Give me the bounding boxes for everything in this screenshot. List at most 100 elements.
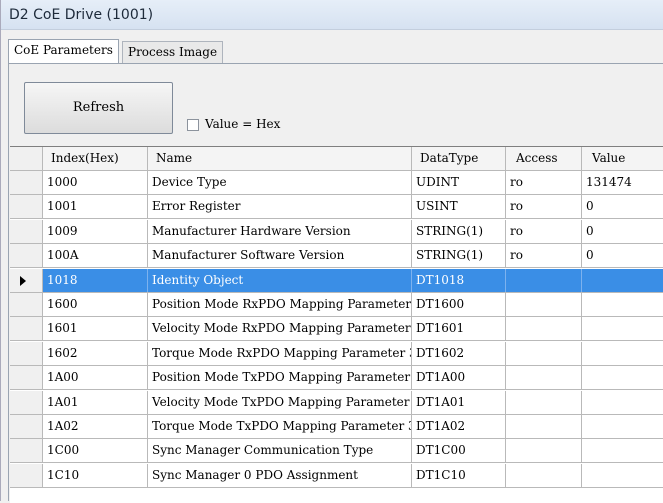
value-cell[interactable]: [582, 464, 663, 487]
row-selector[interactable]: [10, 341, 43, 365]
name-cell[interactable]: Identity Object: [148, 268, 412, 292]
index-cell[interactable]: 1A01: [43, 390, 148, 414]
index-cell[interactable]: 1A00: [43, 366, 148, 390]
row-selector[interactable]: [10, 195, 43, 219]
access-cell[interactable]: [506, 366, 582, 390]
table-row[interactable]: 1600 Position Mode RxPDO Mapping Paramete…: [10, 293, 663, 317]
name-cell[interactable]: Sync Manager 0 PDO Assignment: [148, 463, 412, 487]
index-cell[interactable]: 1001: [43, 195, 148, 219]
index-cell[interactable]: 1C10: [43, 463, 148, 487]
datatype-cell[interactable]: DT1600: [412, 293, 506, 316]
datatype-cell[interactable]: DT1018: [412, 268, 506, 292]
access-cell[interactable]: [506, 268, 582, 292]
access-cell[interactable]: [506, 390, 582, 414]
datatype-cell[interactable]: USINT: [412, 195, 506, 219]
datatype-cell[interactable]: STRING(1): [412, 219, 506, 243]
row-selector[interactable]: [10, 317, 43, 341]
datatype-cell[interactable]: DT1C10: [412, 463, 506, 487]
index-cell[interactable]: 1600: [43, 293, 148, 316]
access-cell[interactable]: ro: [506, 171, 582, 194]
value-cell[interactable]: 0: [582, 244, 663, 267]
row-selector[interactable]: [10, 268, 43, 292]
row-selector[interactable]: [10, 439, 43, 463]
name-cell[interactable]: Torque Mode TxPDO Mapping Parameter 3: [148, 415, 412, 438]
refresh-button[interactable]: Refresh: [24, 82, 173, 134]
column-header-datatype[interactable]: DataType: [412, 147, 506, 170]
datatype-cell[interactable]: DT1C00: [412, 439, 506, 463]
row-selector[interactable]: [10, 366, 43, 390]
value-hex-checkbox[interactable]: [187, 119, 199, 131]
table-row[interactable]: 1601 Velocity Mode RxPDO Mapping Paramete…: [10, 317, 663, 342]
value-cell[interactable]: [582, 439, 663, 462]
index-cell[interactable]: 1602: [43, 341, 148, 365]
value-cell[interactable]: 0: [582, 195, 663, 218]
table-row[interactable]: 1602 Torque Mode RxPDO Mapping Parameter …: [10, 341, 663, 366]
value-cell[interactable]: [582, 391, 663, 414]
table-row[interactable]: 1C10 Sync Manager 0 PDO Assignment DT1C10: [10, 463, 663, 488]
table-row[interactable]: 1A02 Torque Mode TxPDO Mapping Parameter …: [10, 415, 663, 439]
access-cell[interactable]: ro: [506, 244, 582, 268]
datatype-cell[interactable]: DT1A00: [412, 366, 506, 390]
table-row[interactable]: 1C00 Sync Manager Communication Type DT1C0…: [10, 439, 663, 464]
table-row[interactable]: 1A00 Position Mode TxPDO Mapping Paramete…: [10, 366, 663, 391]
datatype-cell[interactable]: DT1601: [412, 317, 506, 341]
name-cell[interactable]: Device Type: [148, 171, 412, 194]
tab-process-image[interactable]: Process Image: [122, 41, 224, 63]
row-selector[interactable]: [10, 219, 43, 243]
access-cell[interactable]: [506, 317, 582, 341]
row-selector[interactable]: [10, 390, 43, 414]
column-header-access[interactable]: Access: [506, 147, 582, 170]
access-cell[interactable]: ro: [506, 219, 582, 243]
table-row[interactable]: 100A Manufacturer Software Version STRING(…: [10, 244, 663, 269]
table-row[interactable]: 1018 Identity Object DT1018: [10, 268, 663, 293]
value-cell[interactable]: [582, 269, 663, 292]
name-cell[interactable]: Velocity Mode TxPDO Mapping Parameter 2: [148, 390, 412, 414]
index-cell[interactable]: 1000: [43, 171, 148, 194]
name-cell[interactable]: Manufacturer Software Version: [148, 244, 412, 268]
table-row[interactable]: 1A01 Velocity Mode TxPDO Mapping Paramete…: [10, 390, 663, 415]
row-selector[interactable]: [10, 244, 43, 268]
index-cell[interactable]: 1C00: [43, 439, 148, 463]
datatype-cell[interactable]: DT1A02: [412, 415, 506, 438]
index-cell[interactable]: 1A02: [43, 415, 148, 438]
access-cell[interactable]: [506, 415, 582, 438]
table-row[interactable]: 1000 Device Type UDINT ro 131474: [10, 171, 663, 195]
value-cell[interactable]: 0: [582, 220, 663, 243]
access-cell[interactable]: ro: [506, 195, 582, 219]
index-cell[interactable]: 1601: [43, 317, 148, 341]
table-row[interactable]: 1001 Error Register USINT ro 0: [10, 195, 663, 220]
name-cell[interactable]: Velocity Mode RxPDO Mapping Parameter 2: [148, 317, 412, 341]
table-row[interactable]: 1009 Manufacturer Hardware Version STRING(…: [10, 219, 663, 244]
name-cell[interactable]: Error Register: [148, 195, 412, 219]
value-cell[interactable]: [582, 317, 663, 340]
value-cell[interactable]: [582, 342, 663, 365]
access-cell[interactable]: [506, 341, 582, 365]
value-cell[interactable]: 131474: [582, 171, 663, 194]
row-selector[interactable]: [10, 171, 43, 194]
parameter-table[interactable]: Index(Hex) Name DataType Access Value 10…: [10, 146, 663, 503]
access-cell[interactable]: [506, 439, 582, 463]
value-cell[interactable]: [582, 293, 663, 316]
index-cell[interactable]: 1009: [43, 219, 148, 243]
index-cell[interactable]: 1018: [43, 268, 148, 292]
value-cell[interactable]: [582, 415, 663, 438]
index-cell[interactable]: 100A: [43, 244, 148, 268]
column-header-index[interactable]: Index(Hex): [43, 147, 148, 170]
datatype-cell[interactable]: UDINT: [412, 171, 506, 194]
column-header-value[interactable]: Value: [582, 147, 663, 170]
datatype-cell[interactable]: DT1A01: [412, 390, 506, 414]
name-cell[interactable]: Sync Manager Communication Type: [148, 439, 412, 463]
name-cell[interactable]: Manufacturer Hardware Version: [148, 219, 412, 243]
datatype-cell[interactable]: STRING(1): [412, 244, 506, 268]
name-cell[interactable]: Position Mode RxPDO Mapping Parameter 1: [148, 293, 412, 316]
tab-coe-parameters[interactable]: CoE Parameters: [8, 39, 119, 63]
row-selector[interactable]: [10, 415, 43, 438]
row-selector[interactable]: [10, 463, 43, 487]
row-selector[interactable]: [10, 293, 43, 316]
column-header-name[interactable]: Name: [148, 147, 412, 170]
datatype-cell[interactable]: DT1602: [412, 341, 506, 365]
name-cell[interactable]: Torque Mode RxPDO Mapping Parameter 3: [148, 341, 412, 365]
access-cell[interactable]: [506, 293, 582, 316]
access-cell[interactable]: [506, 463, 582, 487]
name-cell[interactable]: Position Mode TxPDO Mapping Parameter 1: [148, 366, 412, 390]
